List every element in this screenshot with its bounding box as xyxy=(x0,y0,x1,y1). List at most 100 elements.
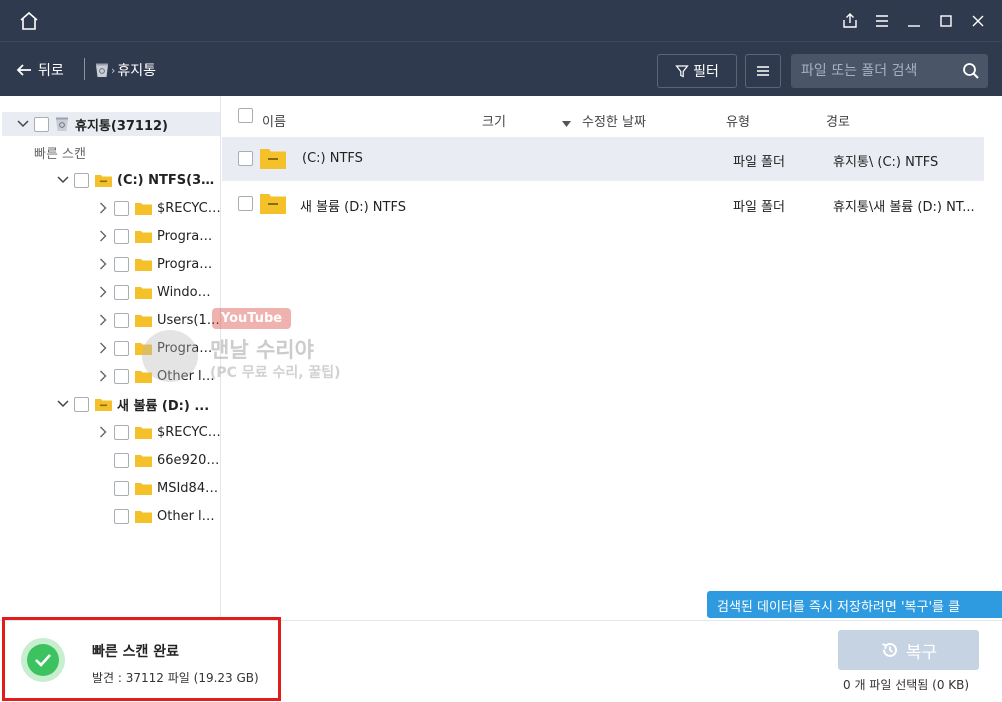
tree-checkbox[interactable] xyxy=(114,480,129,496)
tree-item-label: Other los... xyxy=(157,368,221,384)
tree-checkbox[interactable] xyxy=(74,172,89,188)
file-list: 이름 크기 수정한 날짜 유형 경로 (C:) NTFS 파일 폴더 휴지통\ … xyxy=(222,96,1000,620)
chevron-right-icon[interactable] xyxy=(96,285,110,299)
tree-checkbox[interactable] xyxy=(114,452,129,468)
chevron-right-icon[interactable] xyxy=(96,257,110,271)
back-label: 뒤로 xyxy=(38,63,64,79)
sort-desc-icon[interactable] xyxy=(562,116,571,131)
tree-checkbox[interactable] xyxy=(114,368,129,384)
close-icon[interactable] xyxy=(968,11,988,31)
column-size[interactable]: 크기 xyxy=(482,111,506,130)
chevron-down-icon[interactable] xyxy=(56,173,70,187)
folder-icon xyxy=(135,482,152,495)
toolbar: 뒤로 › 휴지통 필터 xyxy=(0,41,1002,96)
tree-checkbox[interactable] xyxy=(114,340,129,356)
folder-icon xyxy=(135,342,152,355)
row-checkbox[interactable] xyxy=(238,151,253,166)
tree-item[interactable]: 66e9208... xyxy=(2,448,220,472)
recover-button[interactable]: 복구 xyxy=(838,630,979,670)
column-name[interactable]: 이름 xyxy=(262,111,286,130)
drive-folder-icon xyxy=(95,398,112,411)
tree-item[interactable]: Program... xyxy=(2,252,220,276)
tree-item[interactable]: Windows... xyxy=(2,280,220,304)
chevron-right-icon[interactable] xyxy=(96,229,110,243)
menu-icon[interactable] xyxy=(872,11,892,31)
scan-status-panel: 빠른 스캔 완료 발견 : 37112 파일 (19.23 GB) xyxy=(2,617,281,701)
tree-checkbox[interactable] xyxy=(114,200,129,216)
tree-checkbox[interactable] xyxy=(74,396,89,412)
home-icon[interactable] xyxy=(18,10,40,32)
breadcrumb-current[interactable]: 휴지통 xyxy=(117,60,156,80)
tree-checkbox[interactable] xyxy=(34,116,49,132)
row-name: 새 볼륨 (D:) NTFS xyxy=(300,200,406,215)
search-input[interactable] xyxy=(801,54,951,88)
column-path[interactable]: 경로 xyxy=(826,111,850,130)
share-icon[interactable] xyxy=(840,11,860,31)
tree-item-label: Users(12... xyxy=(157,312,221,328)
minimize-icon[interactable] xyxy=(904,11,924,31)
tree-item-label: $RECYCL... xyxy=(157,200,221,216)
filter-label: 필터 xyxy=(693,64,719,80)
search-icon[interactable] xyxy=(962,62,980,84)
list-icon xyxy=(757,66,769,76)
row-path: 휴지통\ (C:) NTFS xyxy=(833,155,939,170)
tree-item-recycle-bin[interactable]: 휴지통(37112) xyxy=(2,112,220,136)
table-row[interactable]: (C:) NTFS 파일 폴더 휴지통\ (C:) NTFS xyxy=(222,137,984,181)
arrow-left-icon xyxy=(16,64,31,76)
check-circle-icon xyxy=(21,638,65,682)
folder-icon xyxy=(135,510,152,523)
table-row[interactable]: 새 볼륨 (D:) NTFS 파일 폴더 휴지통\새 볼륨 (D:) NT... xyxy=(222,182,984,226)
tree-item[interactable]: Other los... xyxy=(2,504,221,528)
row-path: 휴지통\새 볼륨 (D:) NT... xyxy=(833,200,975,215)
column-modified[interactable]: 수정한 날짜 xyxy=(582,111,646,130)
scan-found-summary: 발견 : 37112 파일 (19.23 GB) xyxy=(92,671,259,685)
tree-item-label: (C:) NTFS(36... xyxy=(117,172,217,188)
tree-item[interactable]: Users(12... xyxy=(2,308,221,332)
scan-status-title: 빠른 스캔 완료 xyxy=(92,644,180,660)
tree-item[interactable]: $RECYCL... xyxy=(2,196,221,220)
search-box xyxy=(791,54,988,88)
row-type: 파일 폴더 xyxy=(733,200,785,215)
folder-icon xyxy=(135,454,152,467)
selected-count: 0 개 파일 선택됨 (0 KB) xyxy=(843,678,970,692)
folder-icon xyxy=(135,314,152,327)
chevron-down-icon[interactable] xyxy=(56,397,70,411)
chevron-right-icon[interactable] xyxy=(96,341,110,355)
tree-item[interactable]: Program ... xyxy=(2,336,220,360)
folder-tree: 휴지통(37112) 빠른 스캔 (C:) NTFS(36... $RECYCL… xyxy=(2,96,221,620)
tree-item-d-drive[interactable]: 새 볼륨 (D:) ... xyxy=(2,392,220,416)
tree-checkbox[interactable] xyxy=(114,284,129,300)
row-checkbox[interactable] xyxy=(238,196,253,211)
quick-scan-text: 빠른 스캔 xyxy=(34,146,86,162)
chevron-down-icon[interactable] xyxy=(16,117,30,131)
tree-item[interactable]: MSId847... xyxy=(2,476,220,500)
list-header: 이름 크기 수정한 날짜 유형 경로 xyxy=(222,104,1000,134)
tree-checkbox[interactable] xyxy=(114,312,129,328)
list-view-button[interactable] xyxy=(745,54,781,88)
tree-item[interactable]: $RECYCL... xyxy=(2,420,220,444)
drive-folder-icon xyxy=(95,174,112,187)
tree-item-c-drive[interactable]: (C:) NTFS(36... xyxy=(2,168,220,192)
tree-item[interactable]: Other los... xyxy=(2,364,221,388)
chevron-right-icon[interactable] xyxy=(96,201,110,215)
tree-item[interactable]: Program ... xyxy=(2,224,220,248)
chevron-right-icon[interactable] xyxy=(96,425,110,439)
select-all-checkbox[interactable] xyxy=(238,108,253,123)
filter-button[interactable]: 필터 xyxy=(657,54,737,88)
tree-checkbox[interactable] xyxy=(114,424,129,440)
tree-checkbox[interactable] xyxy=(114,508,129,524)
chevron-right-icon[interactable] xyxy=(96,313,110,327)
tree-checkbox[interactable] xyxy=(114,256,129,272)
folder-icon xyxy=(135,202,152,215)
back-button[interactable]: 뒤로 xyxy=(16,60,64,80)
column-type[interactable]: 유형 xyxy=(726,111,750,130)
tree-checkbox[interactable] xyxy=(114,228,129,244)
recover-label: 복구 xyxy=(905,642,938,663)
chevron-right-icon[interactable] xyxy=(96,369,110,383)
toolbar-divider xyxy=(84,58,85,80)
history-icon xyxy=(882,642,897,657)
tree-item-label: Other los... xyxy=(157,508,221,524)
maximize-icon[interactable] xyxy=(936,11,956,31)
